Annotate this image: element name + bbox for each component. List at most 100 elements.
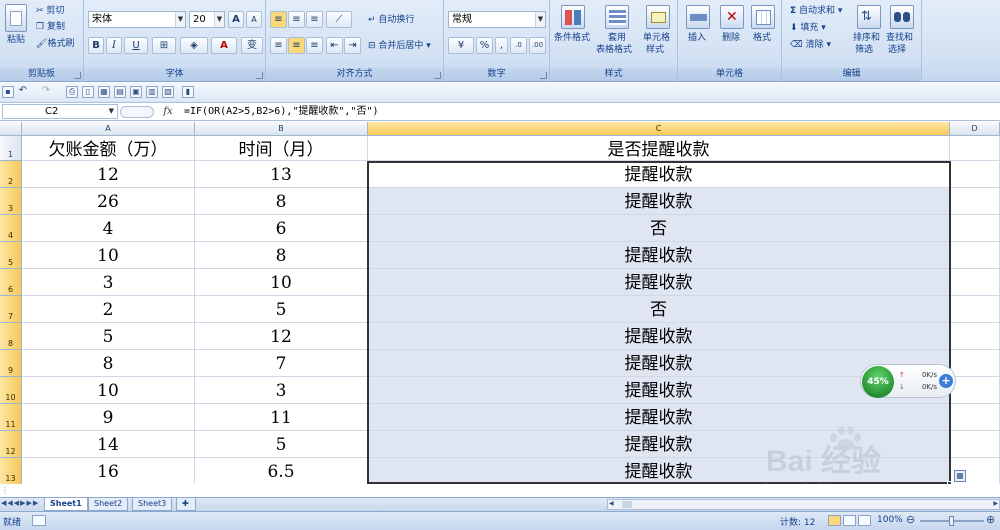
empty-cell[interactable] (950, 296, 1000, 323)
fill-color-button[interactable]: ◈ (180, 37, 208, 54)
column-header-b[interactable]: B (195, 122, 368, 136)
table-cell[interactable]: 提醒收款 (368, 161, 950, 188)
empty-cell[interactable] (950, 431, 1000, 458)
chart-icon[interactable]: ▮ (182, 86, 194, 98)
cell-styles-button-1[interactable]: 单元格 (643, 33, 670, 44)
align-bottom-button[interactable]: ≡ (306, 11, 323, 28)
empty-cell[interactable] (950, 404, 1000, 431)
row-header[interactable]: 7 (0, 296, 22, 323)
sort-filter-button-2[interactable]: 筛选 (855, 45, 873, 56)
format-table-button-1[interactable]: 套用 (608, 33, 626, 44)
table-cell[interactable]: 提醒收款 (368, 458, 950, 485)
borders-button[interactable]: ⊞ (152, 37, 176, 54)
empty-cell[interactable] (950, 377, 1000, 404)
insert-button[interactable]: 插入 (688, 33, 706, 44)
row-header[interactable]: 6 (0, 269, 22, 296)
insert-cells-icon[interactable] (686, 5, 710, 29)
toolbar-icon-2[interactable]: ▤ (114, 86, 126, 98)
formula-input[interactable]: =IF(OR(A2>5,B2>6),"提醒收款","否") (184, 104, 998, 119)
italic-button[interactable]: I (106, 37, 122, 54)
align-right-button[interactable]: ≡ (306, 37, 323, 54)
select-all-corner[interactable] (0, 122, 22, 136)
table-cell[interactable]: 提醒收款 (368, 269, 950, 296)
table-cell[interactable]: 提醒收款 (368, 242, 950, 269)
table-cell[interactable]: 提醒收款 (368, 323, 950, 350)
print-preview-icon[interactable]: ⎙ (66, 86, 78, 98)
name-box[interactable]: C2 ▼ (2, 104, 118, 119)
toolbar-icon-1[interactable]: ▦ (98, 86, 110, 98)
sheet-nav-arrows-icon[interactable]: ◀◀◀▶▶▶ (1, 499, 39, 507)
column-header-c[interactable]: C (368, 122, 950, 136)
wrap-text-button[interactable]: ↵ 自动换行 (368, 15, 414, 26)
empty-cell[interactable] (950, 161, 1000, 188)
empty-cell[interactable] (950, 269, 1000, 296)
network-speed-widget[interactable]: 45% ↑ 0K/s ↓ 0K/s + (860, 364, 956, 398)
row-header[interactable]: 4 (0, 215, 22, 242)
row-header[interactable]: 10 (0, 377, 22, 404)
page-break-view-icon[interactable] (858, 515, 871, 526)
sheet-tab-1[interactable]: Sheet1 (44, 498, 88, 511)
table-cell[interactable]: 提醒收款 (368, 431, 950, 458)
dialog-launcher-icon[interactable] (256, 72, 263, 79)
table-cell[interactable]: 8 (195, 242, 368, 269)
page-layout-view-icon[interactable] (843, 515, 856, 526)
bold-button[interactable]: B (88, 37, 104, 54)
comma-button[interactable]: , (495, 37, 508, 54)
grow-font-button[interactable]: A (228, 11, 244, 28)
increase-indent-button[interactable]: ⇥ (344, 37, 361, 54)
header-cell[interactable]: 是否提醒收款 (368, 136, 950, 161)
align-middle-button[interactable]: ≡ (288, 11, 305, 28)
plus-icon[interactable]: + (939, 374, 953, 388)
align-center-button[interactable]: ≡ (288, 37, 305, 54)
table-cell[interactable]: 10 (22, 377, 195, 404)
table-cell[interactable]: 13 (195, 161, 368, 188)
format-button[interactable]: 格式 (753, 33, 771, 44)
paste-button-label[interactable]: 粘贴 (7, 35, 25, 46)
row-header[interactable]: 1 (0, 136, 22, 161)
row-header[interactable]: 8 (0, 323, 22, 350)
merge-center-button[interactable]: ⊟ 合并后居中 ▾ (368, 41, 431, 52)
shrink-font-button[interactable]: A (246, 11, 262, 28)
empty-cell[interactable] (950, 350, 1000, 377)
table-cell[interactable]: 5 (195, 431, 368, 458)
table-cell[interactable]: 提醒收款 (368, 188, 950, 215)
autosum-button[interactable]: Σ 自动求和 ▾ (790, 6, 842, 17)
sheet-tab-2[interactable]: Sheet2 (88, 498, 129, 511)
table-cell[interactable]: 3 (195, 377, 368, 404)
table-cell[interactable]: 提醒收款 (368, 404, 950, 431)
empty-cell[interactable] (950, 215, 1000, 242)
font-size-combo[interactable]: 20 ▼ (189, 11, 225, 28)
scroll-thumb[interactable] (622, 501, 632, 508)
table-cell[interactable]: 3 (22, 269, 195, 296)
empty-cell[interactable] (950, 188, 1000, 215)
number-format-combo[interactable]: 常规 ▼ (448, 11, 546, 28)
save-icon[interactable]: ▪ (2, 86, 14, 98)
empty-cell[interactable] (950, 242, 1000, 269)
paste-icon[interactable] (5, 4, 27, 32)
dialog-launcher-icon[interactable] (74, 72, 81, 79)
format-painter-button[interactable]: 🖌格式刷 (36, 39, 74, 50)
macro-record-icon[interactable] (32, 515, 46, 526)
zoom-out-icon[interactable]: ⊖ (906, 513, 915, 526)
table-cell[interactable]: 6.5 (195, 458, 368, 485)
table-cell[interactable]: 16 (22, 458, 195, 485)
percent-button[interactable]: % (476, 37, 493, 54)
currency-button[interactable]: ¥ (448, 37, 474, 54)
table-cell[interactable]: 12 (195, 323, 368, 350)
dialog-launcher-icon[interactable] (540, 72, 547, 79)
table-cell[interactable]: 10 (22, 242, 195, 269)
sort-filter-button-1[interactable]: 排序和 (853, 33, 880, 44)
table-cell[interactable]: 否 (368, 215, 950, 242)
toolbar-icon-3[interactable]: ▣ (130, 86, 142, 98)
format-cells-icon[interactable] (751, 5, 775, 29)
autofill-options-icon[interactable]: ▦ (954, 470, 966, 482)
table-cell[interactable]: 14 (22, 431, 195, 458)
header-cell[interactable]: 欠账金额（万） (22, 136, 195, 161)
copy-button[interactable]: ❐ 复制 (36, 22, 65, 33)
insert-sheet-icon[interactable]: ✚ (176, 498, 196, 511)
formula-bar-expand-handle[interactable] (120, 106, 154, 118)
zoom-slider-thumb[interactable] (949, 516, 954, 526)
scroll-left-icon[interactable]: ◀ (609, 500, 614, 507)
empty-cell[interactable] (950, 136, 1000, 161)
fill-button[interactable]: ⬇ 填充 ▾ (790, 23, 826, 34)
